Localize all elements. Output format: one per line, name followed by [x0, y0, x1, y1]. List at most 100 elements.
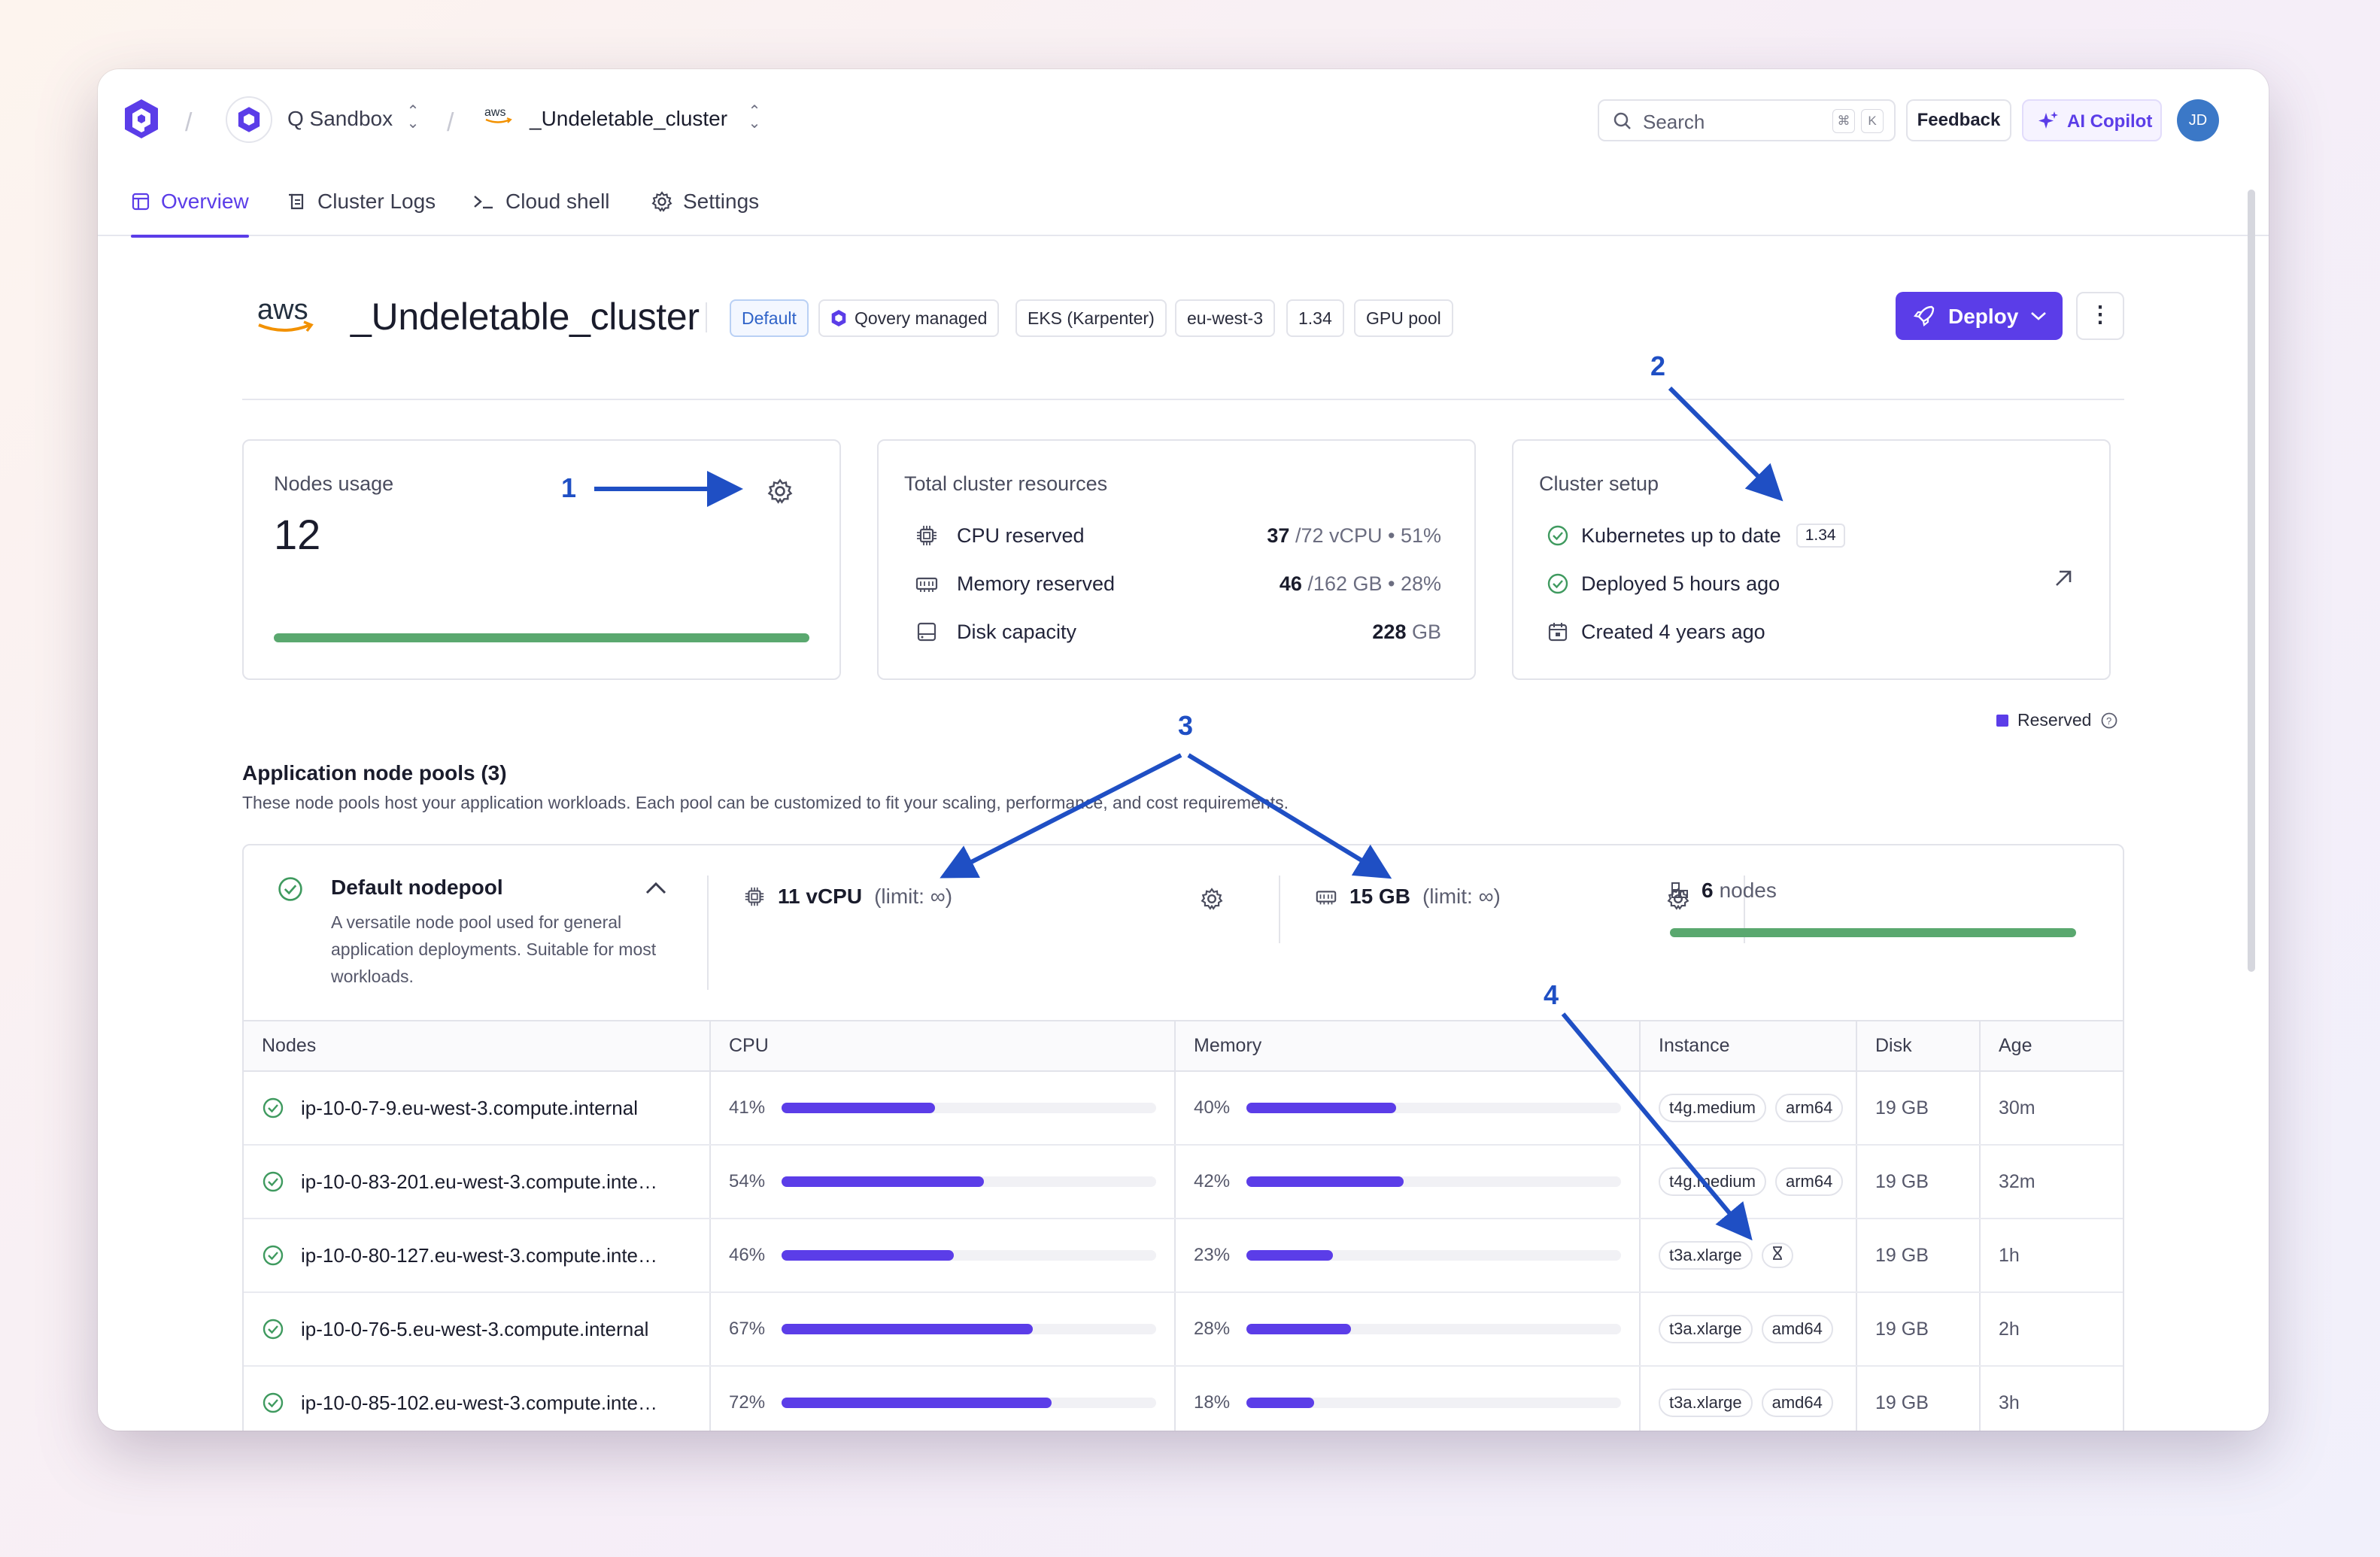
setup-row-kubernetes: Kubernetes up to date 1.34 — [1547, 521, 1845, 551]
instance-cell: t3a.xlarge amd64 — [1639, 1292, 1856, 1367]
calendar-icon — [1548, 623, 1568, 642]
table-row[interactable]: ip-10-0-7-9.eu-west-3.compute.internal 4… — [244, 1071, 2123, 1146]
memory-cell: 28% — [1174, 1292, 1640, 1367]
node-pool-panel: Default nodepool A versatile node pool u… — [242, 844, 2124, 1431]
breadcrumb-project[interactable]: Q Sandbox — [287, 107, 393, 131]
resource-row-memory: Memory reserved 46 /162 GB • 28% — [915, 569, 1441, 599]
layout-icon — [132, 193, 150, 211]
cpu-cell: 41% — [709, 1071, 1175, 1146]
instance-chip: t4g.medium — [1659, 1167, 1766, 1196]
memory-bar — [1246, 1103, 1621, 1113]
external-link-icon[interactable] — [2051, 566, 2076, 591]
table-row[interactable]: ip-10-0-80-127.eu-west-3.compute.inte… 4… — [244, 1219, 2123, 1293]
section-subtitle: These node pools host your application w… — [242, 793, 1289, 812]
node-name[interactable]: ip-10-0-85-102.eu-west-3.compute.inte… — [301, 1392, 657, 1415]
column-header[interactable]: Memory — [1174, 1021, 1640, 1072]
search-icon — [1613, 112, 1631, 129]
column-header[interactable]: Nodes — [244, 1021, 710, 1072]
node-name[interactable]: ip-10-0-76-5.eu-west-3.compute.internal — [301, 1318, 648, 1341]
memory-cell: 23% — [1174, 1219, 1640, 1293]
memory-bar-fill — [1246, 1103, 1397, 1113]
column-header[interactable]: Disk — [1856, 1021, 1980, 1072]
column-header[interactable]: CPU — [709, 1021, 1175, 1072]
arch-chip: arm64 — [1774, 1167, 1844, 1196]
aws-logo-icon: aws — [484, 106, 512, 123]
chevron-down-icon — [2031, 312, 2046, 320]
memory-bar-fill — [1246, 1176, 1404, 1187]
memory-cell: 18% — [1174, 1366, 1640, 1431]
tab-settings[interactable]: Settings — [651, 167, 759, 236]
column-header[interactable]: Instance — [1639, 1021, 1856, 1072]
node-name-cell: ip-10-0-85-102.eu-west-3.compute.inte… — [244, 1366, 710, 1431]
cpu-bar-fill — [782, 1324, 1033, 1334]
tab-cloud-shell[interactable]: Cloud shell — [472, 167, 610, 236]
cpu-icon — [917, 526, 937, 545]
hourglass-icon — [1761, 1243, 1793, 1268]
gear-icon[interactable] — [767, 478, 793, 504]
setup-deployed-label: Deployed 5 hours ago — [1581, 572, 1780, 595]
node-pool-name: Default nodepool — [331, 876, 503, 899]
resource-name: CPU reserved — [957, 524, 1085, 547]
pool-memory-value: 15 GB — [1349, 885, 1410, 908]
memory-icon — [915, 577, 938, 592]
chevron-updown-icon[interactable]: ⌃ ⌄ — [746, 104, 763, 131]
cpu-bar — [782, 1398, 1156, 1408]
resource-value: 46 /162 GB • 28% — [1279, 572, 1441, 595]
instance-chip: t3a.xlarge — [1659, 1241, 1753, 1270]
search-input[interactable]: Search ⌘ K — [1598, 99, 1896, 141]
table-header-row: Nodes CPU Memory Instance Disk Age — [244, 1021, 2123, 1072]
user-avatar[interactable]: JD — [2177, 99, 2219, 141]
cpu-percent: 54% — [729, 1171, 766, 1191]
breadcrumb-cluster[interactable]: _Undeletable_cluster — [530, 107, 727, 131]
cluster-setup-card: Cluster setup Kubernetes up to date 1.34… — [1512, 439, 2111, 680]
pool-cpu-value: 11 vCPU — [778, 885, 863, 908]
chevron-updown-icon[interactable]: ⌃ ⌄ — [405, 104, 421, 131]
card-title: Nodes usage — [274, 472, 394, 495]
node-name[interactable]: ip-10-0-80-127.eu-west-3.compute.inte… — [301, 1244, 657, 1267]
node-name[interactable]: ip-10-0-83-201.eu-west-3.compute.inte… — [301, 1170, 657, 1194]
feedback-button[interactable]: Feedback — [1906, 99, 2011, 141]
memory-bar — [1246, 1324, 1621, 1334]
card-title: Total cluster resources — [904, 472, 1108, 495]
tab-label: Cluster Logs — [317, 190, 436, 213]
table-row[interactable]: ip-10-0-85-102.eu-west-3.compute.inte… 7… — [244, 1366, 2123, 1431]
help-icon[interactable]: ? — [2100, 712, 2118, 730]
tab-cluster-logs[interactable]: Cluster Logs — [287, 167, 436, 236]
ai-copilot-button[interactable]: AI Copilot — [2022, 99, 2162, 141]
tab-label: Settings — [683, 190, 760, 213]
check-circle-icon — [263, 1171, 284, 1192]
nodes-usage-bar — [274, 633, 809, 642]
gear-icon[interactable] — [1201, 888, 1223, 910]
nodes-count: 12 — [274, 511, 321, 558]
more-options-button[interactable]: ⋮ — [2076, 292, 2124, 340]
ai-copilot-label: AI Copilot — [2067, 111, 2153, 132]
cpu-percent: 46% — [729, 1245, 766, 1265]
age-cell: 30m — [1979, 1071, 2123, 1146]
table-row[interactable]: ip-10-0-83-201.eu-west-3.compute.inte… 5… — [244, 1145, 2123, 1219]
pool-nodes-bar — [1670, 928, 2076, 937]
chevron-up-icon[interactable] — [644, 880, 668, 897]
sparkle-icon — [2038, 111, 2058, 129]
tab-overview[interactable]: Overview — [131, 167, 249, 238]
table-row[interactable]: ip-10-0-76-5.eu-west-3.compute.internal … — [244, 1292, 2123, 1367]
shortcut-key: ⌘ — [1832, 109, 1855, 133]
tab-label: Overview — [161, 190, 249, 213]
deploy-button[interactable]: Deploy — [1896, 292, 2063, 340]
qovery-logo-icon[interactable] — [122, 98, 161, 140]
cpu-bar-fill — [782, 1176, 984, 1187]
scrollbar[interactable] — [2248, 190, 2255, 972]
column-header[interactable]: Age — [1979, 1021, 2123, 1072]
instance-cell: t3a.xlarge amd64 — [1639, 1366, 1856, 1431]
cpu-bar-fill — [782, 1250, 955, 1261]
legend-label: Reserved — [2017, 710, 2092, 730]
memory-bar-fill — [1246, 1250, 1333, 1261]
terminal-icon — [474, 196, 493, 209]
memory-icon — [1316, 891, 1337, 905]
check-circle-icon — [263, 1392, 284, 1413]
page-title: _Undeletable_cluster — [351, 296, 700, 338]
project-avatar[interactable] — [226, 96, 272, 143]
pool-cpu-stat: 11 vCPU (limit: ∞) — [743, 885, 952, 909]
setup-row-deployed: Deployed 5 hours ago — [1547, 569, 1780, 599]
node-name[interactable]: ip-10-0-7-9.eu-west-3.compute.internal — [301, 1097, 638, 1120]
rocket-icon — [1914, 305, 1935, 326]
